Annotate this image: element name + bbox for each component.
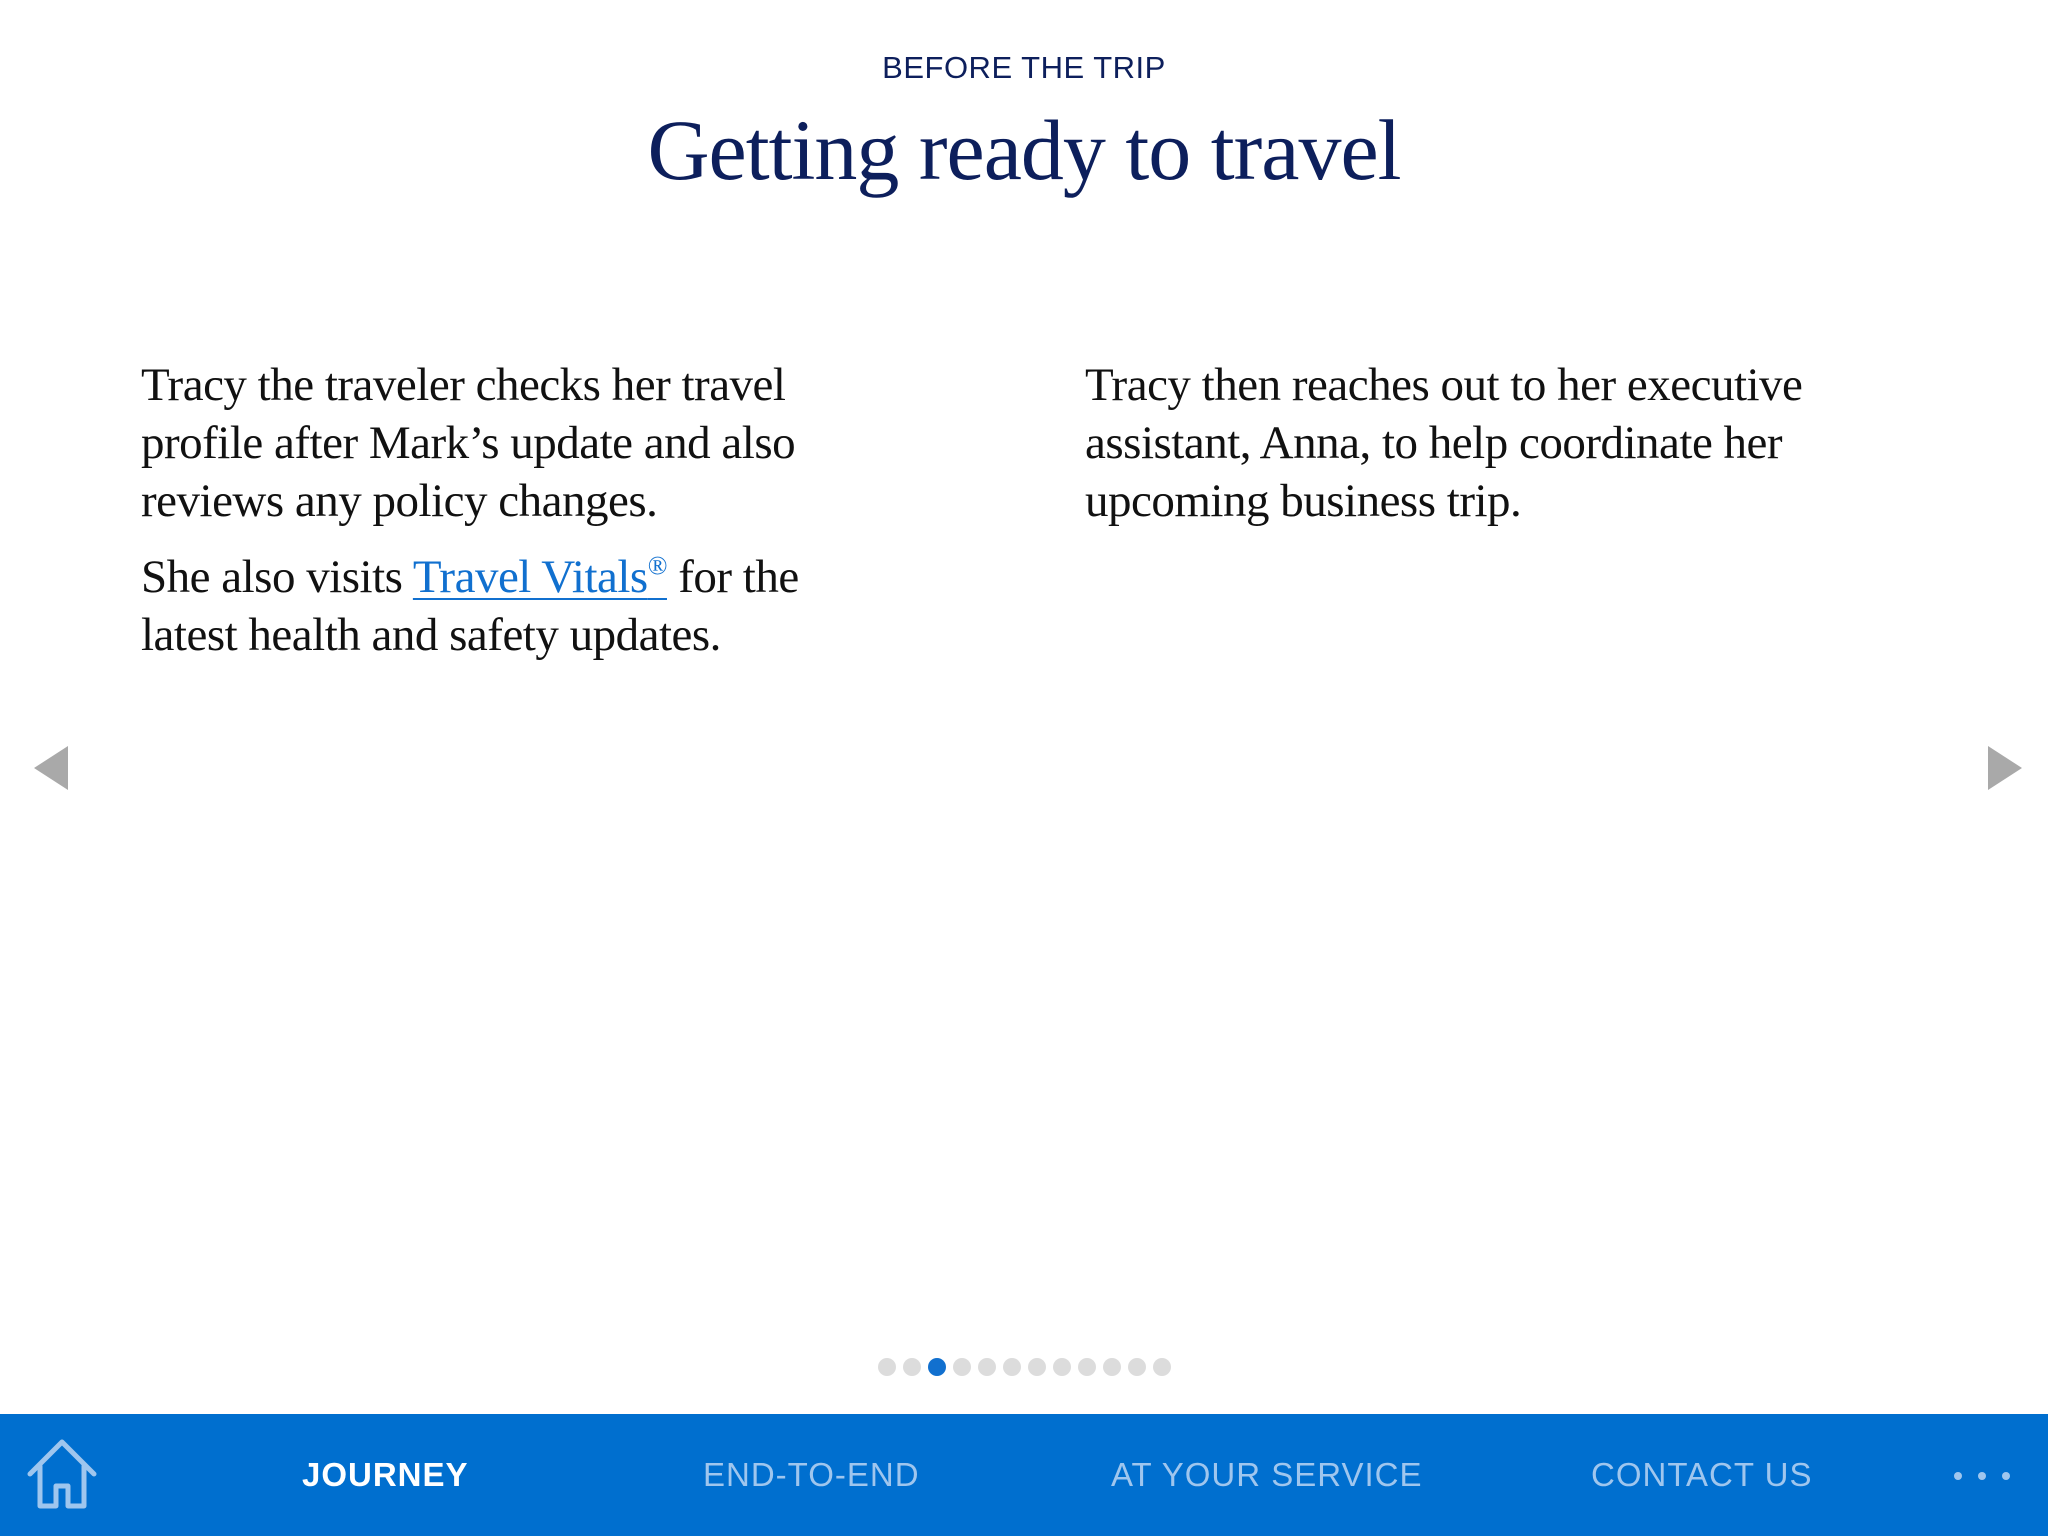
- page-dot[interactable]: [1152, 1358, 1171, 1376]
- nav-journey[interactable]: JOURNEY: [302, 1414, 469, 1536]
- home-icon: [27, 1439, 97, 1509]
- registered-mark: ®: [647, 551, 668, 580]
- page-dots: [877, 1358, 1171, 1376]
- nav-contact-us[interactable]: CONTACT US: [1591, 1414, 1812, 1536]
- next-button[interactable]: [1984, 744, 2024, 792]
- page-title: Getting ready to travel: [647, 102, 1401, 198]
- left-column: Tracy the traveler checks her travel pro…: [141, 356, 901, 664]
- home-button[interactable]: [26, 1436, 98, 1510]
- more-icon-dot: [2002, 1472, 2010, 1480]
- page-dot[interactable]: [877, 1358, 896, 1376]
- nav-at-your-service[interactable]: AT YOUR SERVICE: [1111, 1414, 1422, 1536]
- more-icon-dot: [1978, 1472, 1986, 1480]
- page-indicator: [0, 1358, 2048, 1376]
- nav-end-to-end[interactable]: END-TO-END: [703, 1414, 920, 1536]
- right-column: Tracy then reaches out to her executive …: [1085, 356, 1915, 530]
- page-eyebrow: BEFORE THE TRIP: [882, 50, 1166, 85]
- more-icon-dot: [1954, 1472, 1962, 1480]
- page-dot[interactable]: [977, 1358, 996, 1376]
- travel-vitals-link[interactable]: Travel Vitals®: [412, 551, 668, 603]
- page-dot[interactable]: [927, 1358, 946, 1376]
- page-dot[interactable]: [1077, 1358, 1096, 1376]
- chevron-right-icon: [1988, 746, 2022, 790]
- page-dot[interactable]: [902, 1358, 921, 1376]
- page-dot[interactable]: [1127, 1358, 1146, 1376]
- left-paragraph-2-lead: She also visits: [141, 551, 413, 603]
- chevron-left-icon: [34, 746, 68, 790]
- page-dot[interactable]: [1052, 1358, 1071, 1376]
- travel-vitals-link-label: Travel Vitals: [412, 551, 648, 603]
- right-paragraph-1: Tracy then reaches out to her executive …: [1085, 359, 1803, 527]
- page-dot[interactable]: [1027, 1358, 1046, 1376]
- page-dot[interactable]: [1002, 1358, 1021, 1376]
- page-dot[interactable]: [1102, 1358, 1121, 1376]
- left-paragraph-1: Tracy the traveler checks her travel pro…: [141, 359, 796, 527]
- more-button[interactable]: [1954, 1470, 2010, 1482]
- bottom-navbar: JOURNEY END-TO-END AT YOUR SERVICE CONTA…: [0, 1414, 2048, 1536]
- previous-button[interactable]: [32, 744, 72, 792]
- page-dot[interactable]: [952, 1358, 971, 1376]
- left-paragraph-2: She also visits Travel Vitals® for the l…: [141, 548, 901, 664]
